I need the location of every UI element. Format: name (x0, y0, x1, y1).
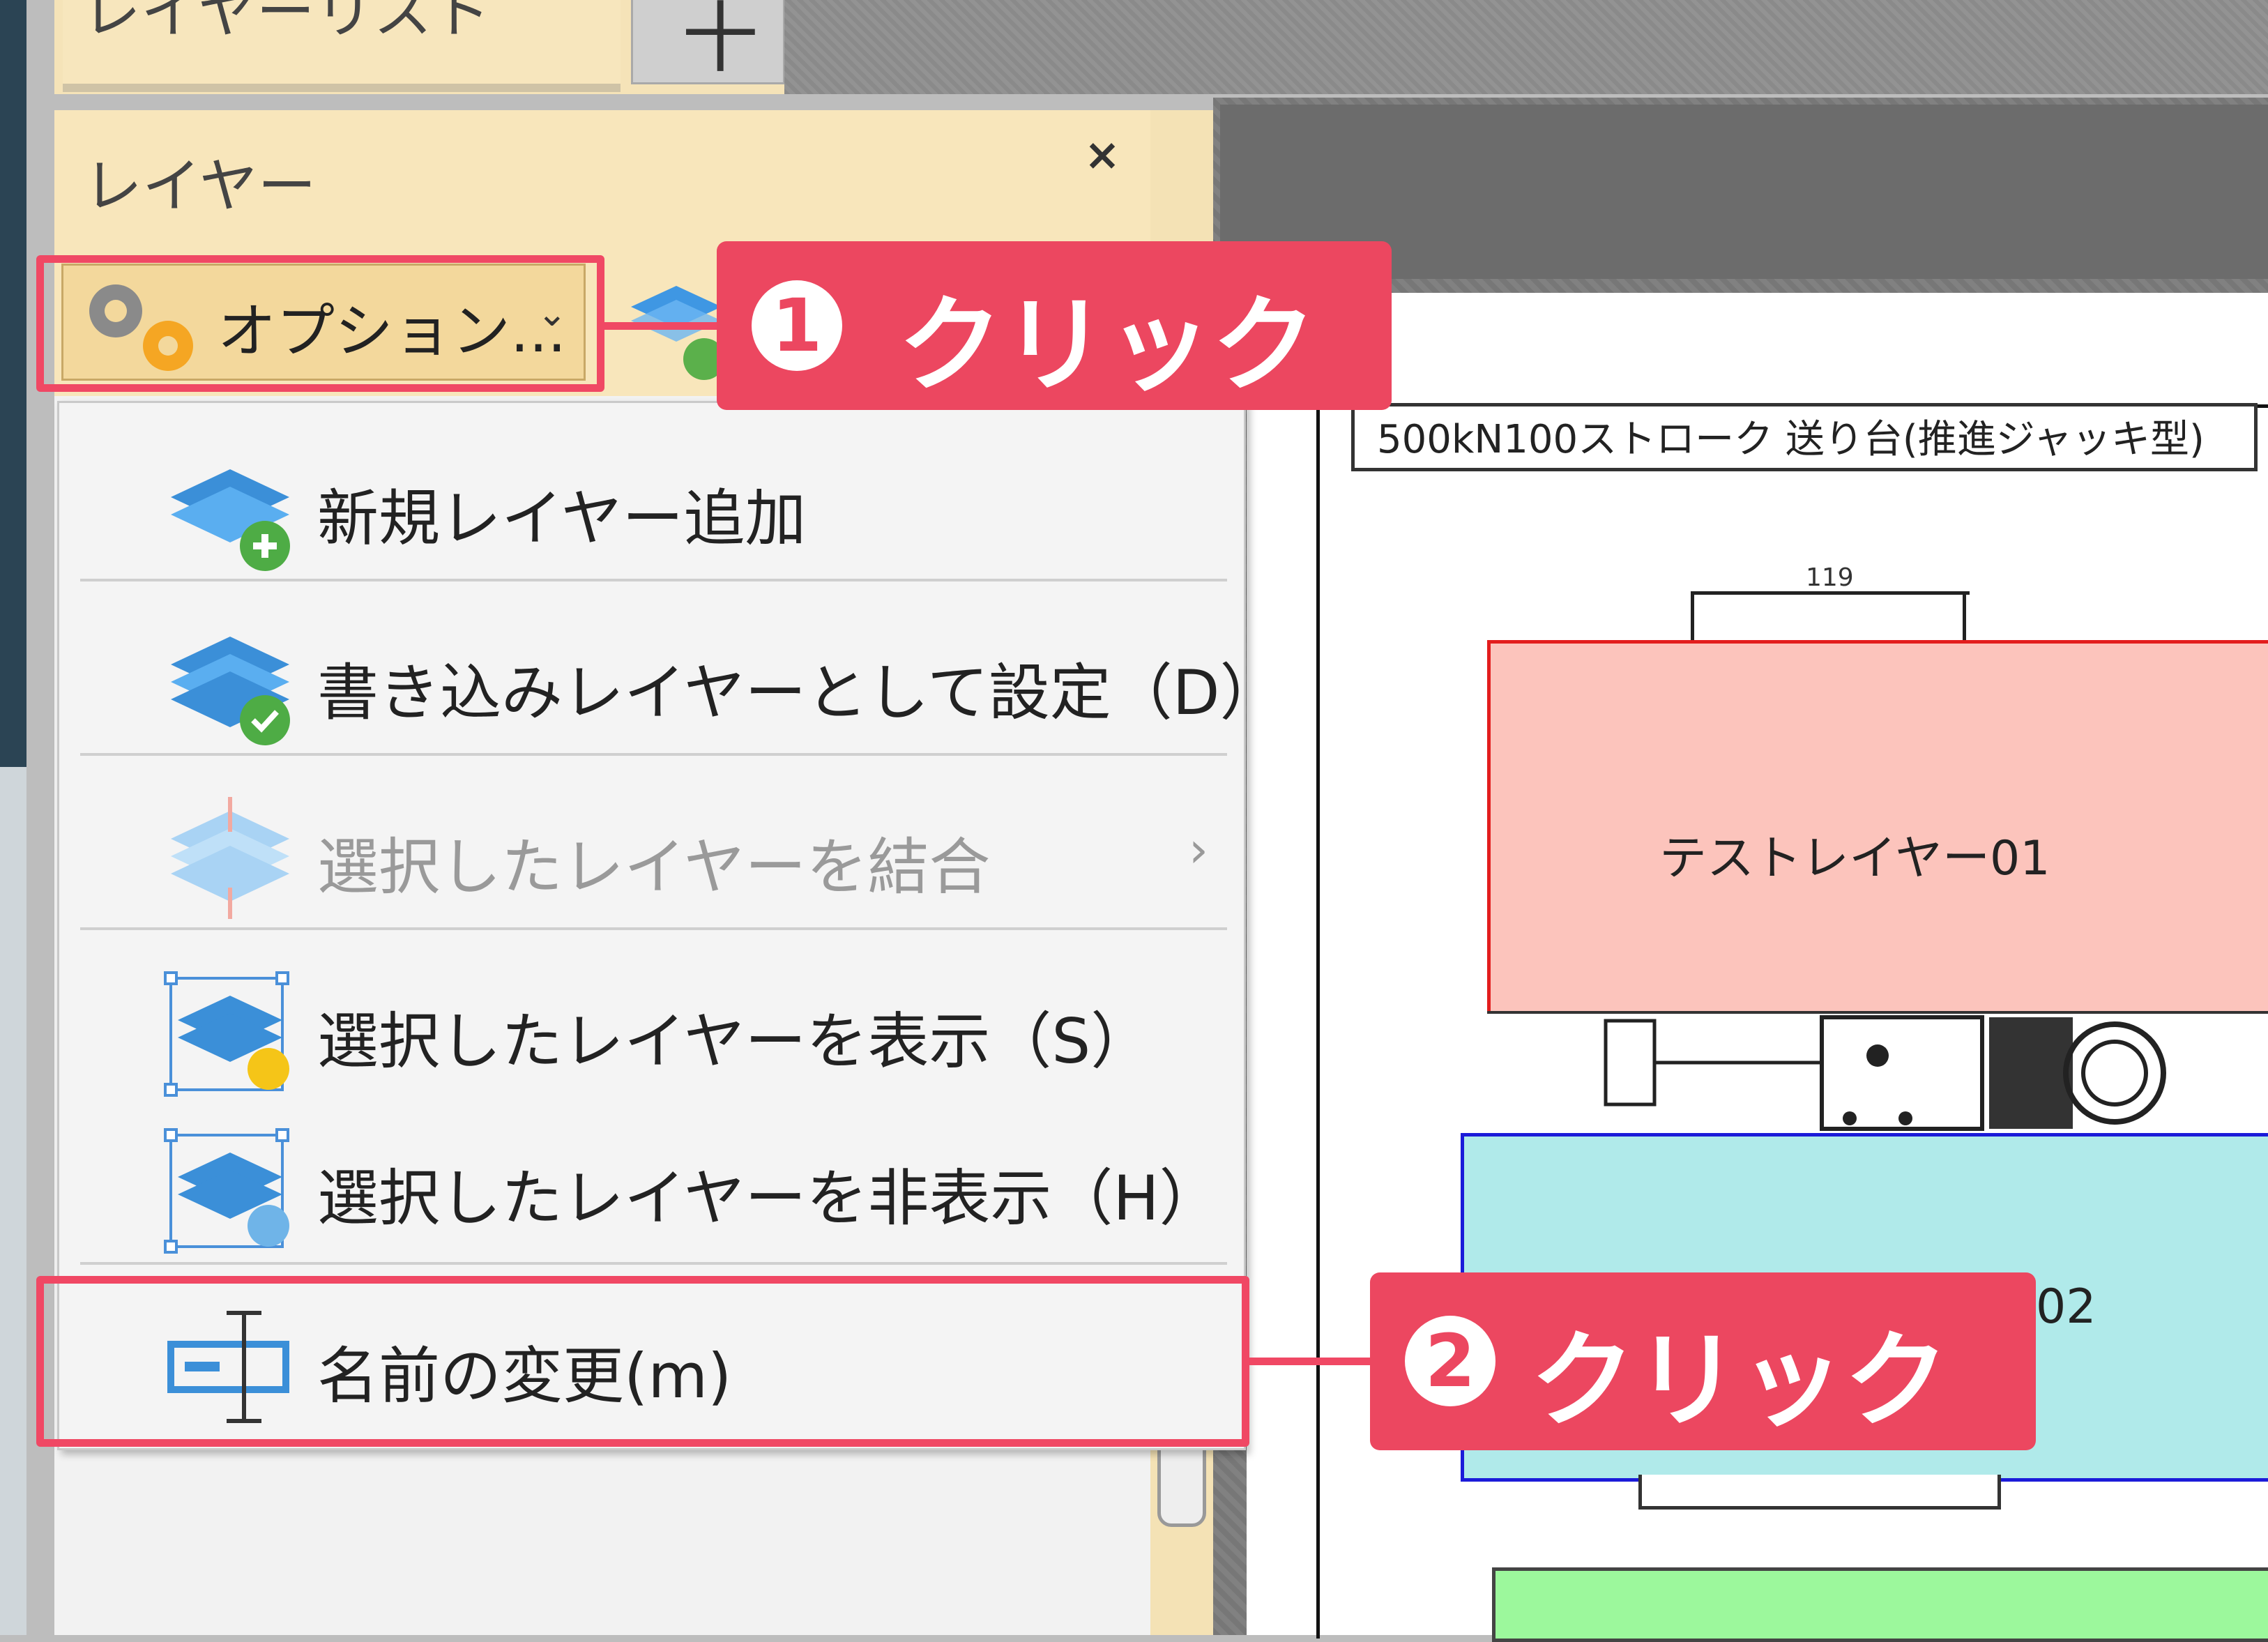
machine-base (1638, 1475, 2001, 1510)
dimension-tick-right (1963, 591, 1966, 640)
menu-item-label: 選択したレイヤーを非表示（H） (317, 1162, 1221, 1234)
layer-show-icon (164, 971, 289, 1097)
step-text-1: クリック (898, 285, 1317, 406)
machine-drawing (1487, 1011, 2268, 1139)
window-edge-lower (0, 767, 26, 1635)
menu-divider (80, 927, 1227, 930)
highlight-rename-item (36, 1276, 1249, 1447)
layer-rect-3[interactable] (1492, 1567, 2268, 1642)
layer-add-icon[interactable] (627, 279, 725, 383)
machine-drawing-lines (1604, 1015, 2166, 1131)
step-number-1: 1 (752, 280, 842, 371)
menu-divider (80, 1262, 1227, 1265)
menu-item-label: 書き込みレイヤーとして設定（D） (317, 657, 1281, 729)
callout-connector-2 (1248, 1358, 1377, 1365)
step-number-2: 2 (1405, 1316, 1495, 1406)
callout-step-2: 2 クリック (1370, 1272, 2036, 1450)
callout-step-1: 1 クリック (717, 241, 1392, 410)
menu-item-label: 選択したレイヤーを結合 (317, 831, 991, 903)
dimension-tick-left (1691, 591, 1694, 640)
layer-hide-icon (164, 1128, 289, 1254)
panel-title: レイヤー (84, 152, 317, 220)
chevron-right-icon: › (1189, 821, 1208, 879)
menu-item-label: 選択したレイヤーを表示（S） (317, 1005, 1152, 1077)
step-text-2: クリック (1530, 1321, 1949, 1442)
menu-item-hide-layers[interactable]: 選択したレイヤーを非表示（H） (59, 1100, 1244, 1268)
highlight-options-button (36, 255, 604, 392)
menu-divider (80, 579, 1227, 581)
tab-layer-list[interactable]: レイヤーリスト (63, 0, 621, 92)
callout-connector-1 (603, 322, 722, 330)
menu-divider (80, 753, 1227, 756)
layer-rect-2-label: 02 (2036, 1279, 2096, 1335)
menu-item-add-layer[interactable]: 新規レイヤー追加 (59, 420, 1244, 588)
menu-item-label: 新規レイヤー追加 (317, 482, 807, 554)
layer-add-icon (171, 469, 290, 571)
menu-item-merge-layers: 選択したレイヤーを結合 › (59, 769, 1244, 936)
layer-merge-icon (171, 797, 289, 919)
tab-bar-empty-area (784, 0, 2268, 94)
layer-check-icon (171, 637, 290, 745)
menu-item-show-layers[interactable]: 選択したレイヤーを表示（S） (59, 943, 1244, 1111)
tab-layer-list-label: レイヤーリスト (82, 0, 491, 46)
layer-rect-1-label: テストレイヤー01 (1659, 831, 2050, 886)
menu-item-set-write-layer[interactable]: 書き込みレイヤーとして設定（D） (59, 595, 1281, 762)
plus-icon: 十 (682, 0, 759, 83)
drawing-title: 500kN100ストローク 送り台(推進ジャッキ型) (1377, 417, 2205, 462)
close-icon[interactable]: × (1084, 129, 1120, 180)
tab-add-button[interactable]: 十 (631, 0, 785, 84)
dimension-label: 119 (1806, 563, 1854, 592)
